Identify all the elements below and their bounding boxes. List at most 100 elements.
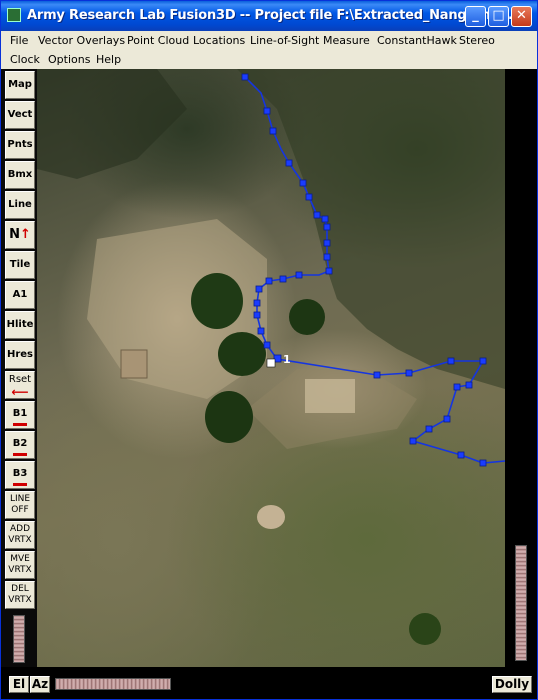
valley-shadow	[37, 69, 187, 179]
menu-line-of-sight[interactable]: Line-of-Sight	[250, 34, 319, 47]
a1-button[interactable]: A1	[5, 281, 35, 309]
terrain-features	[37, 69, 505, 645]
az-label: Az	[30, 676, 50, 693]
vertex-marker[interactable]	[265, 277, 273, 285]
vertex-marker[interactable]	[257, 327, 265, 335]
vertex-marker[interactable]	[305, 193, 313, 201]
vertex-marker[interactable]	[263, 107, 271, 115]
vertex-marker[interactable]	[255, 285, 263, 293]
vertex-marker[interactable]	[443, 415, 451, 423]
menu-point-cloud[interactable]: Point Cloud	[127, 34, 189, 47]
vertex-marker[interactable]	[479, 459, 487, 467]
del-vrtx-button[interactable]: DEL VRTX	[5, 581, 35, 609]
building-2	[305, 379, 355, 413]
tree-4	[205, 391, 253, 443]
title-bar[interactable]: Army Research Lab Fusion3D -- Project fi…	[1, 1, 537, 31]
line-off-label-1: LINE	[9, 494, 31, 504]
b2-button[interactable]: B2	[5, 431, 35, 459]
left-arrow-icon: ⟵	[11, 385, 29, 399]
vertex-marker[interactable]	[323, 223, 331, 231]
b1-label: B1	[12, 408, 28, 419]
vertex-marker[interactable]	[313, 211, 321, 219]
vertex-marker[interactable]	[479, 357, 487, 365]
hlite-button[interactable]: Hlite	[5, 311, 35, 339]
right-panel	[505, 69, 537, 667]
b3-red-bar-icon	[13, 483, 27, 486]
add-vrtx-label-1: ADD	[9, 524, 31, 534]
tree-2	[289, 299, 325, 335]
line-button[interactable]: Line	[5, 191, 35, 219]
menu-clock[interactable]: Clock	[10, 53, 40, 66]
menu-bar: File Vector Overlays Point Cloud Locatio…	[1, 31, 537, 69]
minimize-button[interactable]: _	[465, 6, 486, 27]
north-button[interactable]: N↑	[5, 221, 35, 249]
menu-stereo[interactable]: Stereo	[459, 34, 495, 47]
vertex-marker[interactable]	[425, 425, 433, 433]
north-label: N	[9, 227, 20, 242]
vertex-marker[interactable]	[373, 371, 381, 379]
vertex-marker[interactable]	[285, 159, 293, 167]
vertex-marker[interactable]	[269, 127, 277, 135]
menu-help[interactable]: Help	[96, 53, 121, 66]
building-1	[120, 349, 148, 379]
vect-button[interactable]: Vect	[5, 101, 35, 129]
b1-button[interactable]: B1	[5, 401, 35, 429]
line-off-button[interactable]: LINE OFF	[5, 491, 35, 519]
vertex-marker[interactable]	[405, 369, 413, 377]
map-viewport[interactable]: 1	[37, 69, 505, 667]
vertex-marker[interactable]	[263, 341, 271, 349]
menu-constanthawk[interactable]: ConstantHawk	[377, 34, 457, 47]
mve-vrtx-label-1: MVE	[10, 554, 30, 564]
vertex-marker[interactable]	[295, 271, 303, 279]
close-button[interactable]: ✕	[511, 6, 532, 27]
vertex-marker[interactable]	[321, 215, 329, 223]
app-icon	[7, 8, 21, 22]
menu-locations[interactable]: Locations	[193, 34, 245, 47]
menu-measure[interactable]: Measure	[323, 34, 370, 47]
vertex-marker[interactable]	[253, 311, 261, 319]
dolly-slider[interactable]	[515, 545, 527, 661]
pnts-button[interactable]: Pnts	[5, 131, 35, 159]
azimuth-slider[interactable]	[55, 678, 171, 690]
tree-5	[409, 613, 441, 645]
vertex-marker[interactable]	[453, 383, 461, 391]
line-off-label-2: OFF	[11, 505, 29, 515]
elevation-slider[interactable]	[13, 615, 25, 663]
bmx-button[interactable]: Bmx	[5, 161, 35, 189]
window-title: Army Research Lab Fusion3D -- Project fi…	[27, 8, 518, 23]
add-vrtx-button[interactable]: ADD VRTX	[5, 521, 35, 549]
b1-red-bar-icon	[13, 423, 27, 426]
tree-3	[218, 332, 266, 376]
rock-outcrop	[257, 505, 285, 529]
vertex-marker[interactable]	[253, 299, 261, 307]
mve-vrtx-button[interactable]: MVE VRTX	[5, 551, 35, 579]
menu-options[interactable]: Options	[48, 53, 90, 66]
menu-file[interactable]: File	[10, 34, 28, 47]
rset-button[interactable]: Rset ⟵	[5, 371, 35, 399]
vertex-marker[interactable]	[409, 437, 417, 445]
vertex-marker[interactable]	[241, 73, 249, 81]
b3-button[interactable]: B3	[5, 461, 35, 489]
b3-label: B3	[12, 468, 28, 479]
vertex-marker[interactable]	[323, 253, 331, 261]
dolly-label: Dolly	[492, 676, 532, 693]
north-arrow-icon: ↑	[19, 227, 31, 242]
vertex-marker[interactable]	[325, 267, 333, 275]
map-canvas[interactable]: 1	[37, 69, 505, 667]
del-vrtx-label-1: DEL	[11, 584, 29, 594]
map-button[interactable]: Map	[5, 71, 35, 99]
ridge-shadow	[237, 69, 505, 389]
add-vrtx-label-2: VRTX	[8, 535, 32, 545]
vertex-marker[interactable]	[299, 179, 307, 187]
b2-red-bar-icon	[13, 453, 27, 456]
hres-button[interactable]: Hres	[5, 341, 35, 369]
maximize-button[interactable]: □	[488, 6, 509, 27]
menu-vector-overlays[interactable]: Vector Overlays	[38, 34, 125, 47]
vertex-marker[interactable]	[279, 275, 287, 283]
vertex-marker[interactable]	[457, 451, 465, 459]
vertex-marker[interactable]	[323, 239, 331, 247]
vertex-marker[interactable]	[465, 381, 473, 389]
tile-button[interactable]: Tile	[5, 251, 35, 279]
status-bar: El Az Dolly	[1, 667, 537, 699]
vertex-marker[interactable]	[447, 357, 455, 365]
